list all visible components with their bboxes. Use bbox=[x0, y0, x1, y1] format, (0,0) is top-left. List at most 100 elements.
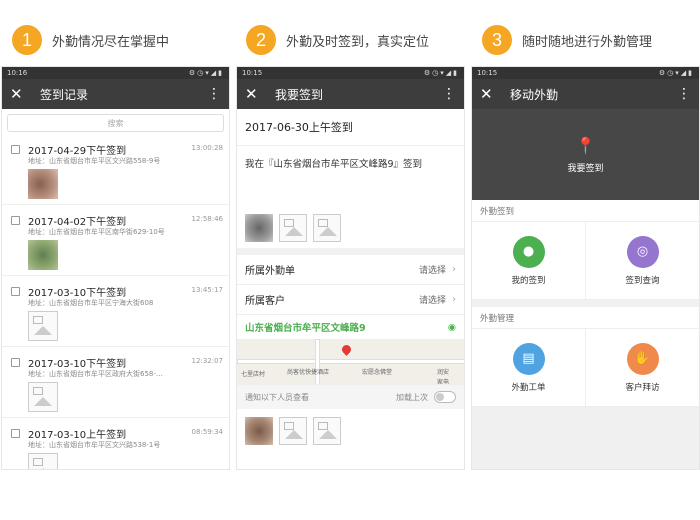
status-time: 10:15 bbox=[477, 69, 498, 77]
title-bar: ✕ 签到记录 ⋮ bbox=[2, 79, 229, 109]
chevron-right-icon: › bbox=[452, 294, 456, 305]
map-view[interactable]: 七里店村 尚客优快捷酒店 宏愿念佛堂 润安 家电 bbox=[237, 339, 464, 385]
add-person-icon[interactable] bbox=[279, 417, 307, 445]
more-menu-icon[interactable]: ⋮ bbox=[677, 86, 691, 102]
location-pin-icon: 📍 bbox=[575, 135, 596, 155]
cell-label: 签到查询 bbox=[625, 275, 660, 286]
cell-label: 外勤工单 bbox=[511, 382, 546, 393]
map-pin-icon bbox=[340, 343, 353, 356]
load-last-toggle[interactable] bbox=[434, 391, 456, 403]
status-icons: ⚙◷▾◢▮ bbox=[658, 69, 694, 77]
grid-row: ▤ 外勤工单 ✋ 客户拜访 bbox=[472, 329, 699, 407]
checkbox[interactable] bbox=[11, 216, 20, 225]
record-address: 地址：山东省烟台市牟平区文兴路538-1号 bbox=[28, 441, 161, 449]
load-last-label: 加载上次 bbox=[396, 392, 428, 402]
checkbox[interactable] bbox=[11, 429, 20, 438]
field-customer-select[interactable]: 所属客户 请选择 › bbox=[237, 285, 464, 315]
status-time: 10:15 bbox=[242, 69, 263, 77]
photo-thumbnail[interactable] bbox=[245, 214, 273, 242]
phone-sign-records: 10:16 ⚙◷▾◢▮ ✕ 签到记录 ⋮ 搜索 2017-04-29下午签到 13… bbox=[1, 66, 230, 470]
status-icons: ⚙◷▾◢▮ bbox=[423, 69, 459, 77]
notify-label: 通知以下人员查看 bbox=[245, 392, 309, 402]
section-header: 外勤签到 bbox=[472, 200, 699, 222]
caption-text-1: 外勤情况尽在掌握中 bbox=[52, 34, 170, 50]
section-header: 外勤管理 bbox=[472, 307, 699, 329]
caption-3: 3 随时随地进行外勤管理 bbox=[482, 24, 652, 56]
more-menu-icon[interactable]: ⋮ bbox=[207, 86, 221, 102]
list-item[interactable]: 2017-04-29下午签到 13:00:28 地址：山东省烟台市牟平区文兴路5… bbox=[2, 134, 229, 205]
list-item[interactable]: 2017-03-10下午签到 12:32:07 地址：山东省烟台市牟平区政府大街… bbox=[2, 347, 229, 418]
cell-label: 我的签到 bbox=[511, 275, 546, 286]
caption-text-3: 随时随地进行外勤管理 bbox=[522, 34, 653, 50]
hero-label: 我要签到 bbox=[567, 163, 604, 174]
check-in-hero-button[interactable]: 📍 我要签到 bbox=[472, 109, 699, 200]
record-photo[interactable] bbox=[28, 240, 58, 270]
my-sign-button[interactable]: ● 我的签到 bbox=[472, 222, 585, 299]
field-value: 请选择 bbox=[418, 296, 446, 306]
cell-label: 客户拜访 bbox=[625, 382, 660, 393]
close-icon[interactable]: ✕ bbox=[10, 85, 34, 103]
checkbox[interactable] bbox=[11, 287, 20, 296]
sign-query-button[interactable]: ◎ 签到查询 bbox=[585, 222, 699, 299]
status-bar: 10:15 ⚙◷▾◢▮ bbox=[472, 67, 699, 79]
close-icon[interactable]: ✕ bbox=[480, 85, 504, 103]
location-search-icon: ◎ bbox=[626, 235, 659, 268]
search-placeholder: 搜索 bbox=[107, 118, 124, 128]
map-label: 七里店村 bbox=[241, 371, 266, 378]
record-time: 12:58:46 bbox=[191, 215, 223, 223]
field-order-select[interactable]: 所属外勤单 请选择 › bbox=[237, 255, 464, 285]
status-icons: ⚙◷▾◢▮ bbox=[188, 69, 224, 77]
add-photo-icon[interactable] bbox=[313, 214, 341, 242]
checkbox[interactable] bbox=[11, 145, 20, 154]
record-address: 地址：山东省烟台市牟平区文兴路558-9号 bbox=[28, 157, 161, 165]
field-label: 所属客户 bbox=[245, 296, 285, 307]
image-placeholder-icon[interactable] bbox=[28, 382, 58, 412]
list-item[interactable]: 2017-03-10下午签到 13:45:17 地址：山东省烟台市牟平区宁海大街… bbox=[2, 276, 229, 347]
more-menu-icon[interactable]: ⋮ bbox=[442, 86, 456, 102]
image-placeholder-icon[interactable] bbox=[28, 453, 58, 469]
recipient-avatar[interactable] bbox=[245, 417, 273, 445]
record-date: 2017-03-10下午签到 bbox=[28, 359, 127, 370]
status-time: 10:16 bbox=[7, 69, 28, 77]
check-in-date: 2017-06-30上午签到 bbox=[237, 109, 464, 146]
check-in-note[interactable]: 我在『山东省烟台市牟平区文峰路9』签到 bbox=[237, 146, 464, 208]
locate-icon[interactable]: ◉ bbox=[448, 322, 456, 333]
step-number-1: 1 bbox=[12, 25, 42, 55]
person-icon: ● bbox=[512, 235, 545, 268]
checkbox[interactable] bbox=[11, 358, 20, 367]
page-title: 签到记录 bbox=[40, 87, 89, 102]
record-photo[interactable] bbox=[28, 169, 58, 199]
phone-mobile-field: 10:15 ⚙◷▾◢▮ ✕ 移动外勤 ⋮ 📍 我要签到 外勤签到 ● 我的签到 ◎… bbox=[471, 66, 700, 470]
phone-check-in: 10:15 ⚙◷▾◢▮ ✕ 我要签到 ⋮ 2017-06-30上午签到 我在『山东… bbox=[236, 66, 465, 470]
photo-row bbox=[237, 208, 464, 248]
map-label: 宏愿念佛堂 bbox=[362, 369, 393, 376]
caption-text-2: 外勤及时签到，真实定位 bbox=[286, 34, 430, 50]
map-label: 家电 bbox=[437, 379, 450, 385]
record-time: 13:45:17 bbox=[191, 286, 223, 294]
add-photo-icon[interactable] bbox=[279, 214, 307, 242]
record-date: 2017-04-02下午签到 bbox=[28, 217, 127, 228]
title-bar: ✕ 移动外勤 ⋮ bbox=[472, 79, 699, 109]
work-order-button[interactable]: ▤ 外勤工单 bbox=[472, 329, 585, 406]
record-time: 08:59:34 bbox=[191, 428, 223, 436]
location-row[interactable]: 山东省烟台市牟平区文峰路9 ◉ bbox=[237, 315, 464, 339]
list-item[interactable]: 2017-04-02下午签到 12:58:46 地址：山东省烟台市牟平区南华街6… bbox=[2, 205, 229, 276]
grid-row: ● 我的签到 ◎ 签到查询 bbox=[472, 222, 699, 300]
step-number-3: 3 bbox=[482, 25, 512, 55]
caption-1: 1 外勤情况尽在掌握中 bbox=[12, 24, 169, 56]
record-address: 地址：山东省烟台市牟平区宁海大街608 bbox=[28, 299, 154, 307]
field-value: 请选择 bbox=[418, 266, 446, 276]
image-placeholder-icon[interactable] bbox=[28, 311, 58, 341]
search-input[interactable]: 搜索 bbox=[7, 114, 224, 132]
remove-person-icon[interactable] bbox=[313, 417, 341, 445]
page-title: 我要签到 bbox=[275, 87, 324, 102]
field-label: 所属外勤单 bbox=[245, 266, 295, 277]
record-address: 地址：山东省烟台市牟平区政府大街658-… bbox=[28, 370, 163, 378]
customer-visit-button[interactable]: ✋ 客户拜访 bbox=[585, 329, 699, 406]
notify-row: 通知以下人员查看 加载上次 bbox=[237, 385, 464, 409]
chevron-right-icon: › bbox=[452, 264, 456, 275]
document-icon: ▤ bbox=[512, 342, 545, 375]
map-label: 尚客优快捷酒店 bbox=[287, 369, 330, 376]
close-icon[interactable]: ✕ bbox=[245, 85, 269, 103]
list-item[interactable]: 2017-03-10上午签到 08:59:34 地址：山东省烟台市牟平区文兴路5… bbox=[2, 418, 229, 469]
